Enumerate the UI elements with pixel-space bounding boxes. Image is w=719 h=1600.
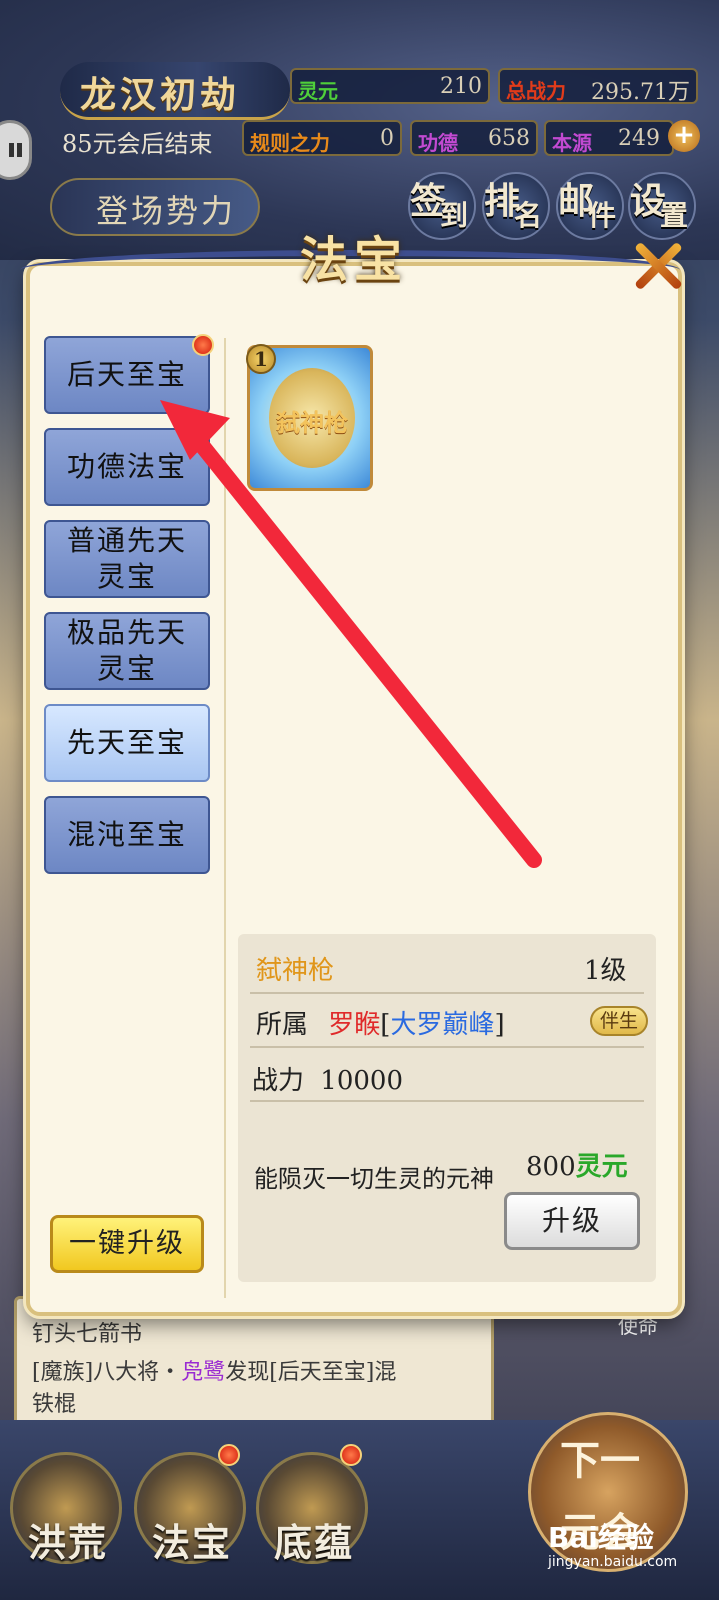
log-text: 发现[后天至宝]混 [225, 1360, 397, 1385]
checkin-button[interactable]: 签 到 [408, 172, 476, 240]
owner-name: 罗睺 [328, 1010, 381, 1040]
detail-power-row: 战力 10000 [252, 1060, 403, 1097]
nav-label: 底蕴 [274, 1520, 355, 1565]
upgrade-cost: 800灵元 [526, 1146, 628, 1183]
detail-name: 弑神枪 [256, 956, 335, 986]
treasure-card-name: 弑神枪 [276, 408, 348, 437]
power-label: 战力 [252, 1066, 305, 1096]
stat-label: 总战力 [506, 79, 566, 103]
owner-bracket: [ [380, 1010, 391, 1040]
owner-label: 所属 [256, 1010, 309, 1040]
next-era-label: 下一 [560, 1437, 640, 1484]
stat-lingyuan: 灵元 210 [290, 68, 490, 104]
stat-label: 功德 [418, 131, 458, 155]
divider [250, 1100, 644, 1102]
divider [224, 338, 226, 1298]
stat-rule-power: 规则之力 0 [242, 120, 402, 156]
owner-bracket: ] [494, 1010, 505, 1040]
era-title: 龙汉初劫 [80, 74, 241, 116]
notification-dot-icon [192, 334, 214, 356]
faction-button-label: 登场势力 [96, 192, 237, 230]
stat-label: 灵元 [298, 79, 338, 103]
stat-value: 249 [618, 126, 660, 151]
category-hundun-zhibao[interactable]: 混沌至宝 [44, 796, 210, 874]
stat-merit: 功德 658 [410, 120, 538, 156]
stat-value: 210 [440, 74, 482, 99]
log-line: 钉头七箭书 [32, 1322, 143, 1347]
detail-owner-row: 所属 罗睺[大罗巅峰] [256, 1004, 505, 1041]
category-putong-xiantian-lingbao[interactable]: 普通先天灵宝 [44, 520, 210, 598]
divider [250, 1046, 644, 1048]
companion-badge: 伴生 [590, 1006, 648, 1036]
close-icon[interactable] [630, 238, 686, 294]
stat-value: 658 [488, 126, 530, 151]
divider [250, 992, 644, 994]
cost-unit: 灵元 [575, 1152, 628, 1182]
nav-label: 法宝 [152, 1520, 233, 1565]
action-label: 件 [588, 199, 617, 232]
log-line: 铁棍 [32, 1392, 77, 1417]
action-label: 置 [660, 199, 689, 232]
era-countdown: 85元会后结束 [62, 130, 213, 158]
notification-dot-icon [218, 1444, 240, 1466]
category-gongde-fabao[interactable]: 功德法宝 [44, 428, 210, 506]
log-text: [魔族]八大将・ [32, 1360, 182, 1385]
stat-label: 本源 [552, 131, 592, 155]
detail-level: 1级 [584, 956, 627, 986]
watermark: Bai经验 jingyan.baidu.com [548, 1516, 677, 1570]
stat-origin: 本源 249 [544, 120, 674, 156]
settings-button[interactable]: 设 置 [628, 172, 696, 240]
stat-total-power: 总战力 295.71万 [498, 68, 698, 105]
category-xiantian-zhibao[interactable]: 先天至宝 [44, 704, 210, 782]
pause-icon[interactable] [0, 120, 32, 180]
stat-value: 0 [380, 126, 394, 151]
action-label: 名 [514, 199, 543, 232]
stat-value: 295.71万 [591, 80, 690, 105]
watermark-url: jingyan.baidu.com [548, 1554, 678, 1570]
owner-faction: 大罗巅峰 [390, 1010, 495, 1040]
watermark-logo: Bai经验 [548, 1521, 654, 1554]
log-name: 凫鹭 [181, 1360, 226, 1385]
cost-amount: 800 [526, 1152, 576, 1182]
detail-description: 能陨灭一切生灵的元神 [254, 1165, 494, 1193]
power-value: 10000 [320, 1066, 403, 1096]
modal-title: 法宝 [300, 232, 409, 288]
one-key-upgrade-button[interactable]: 一键升级 [50, 1215, 204, 1273]
notification-dot-icon [340, 1444, 362, 1466]
ranking-button[interactable]: 排 名 [482, 172, 550, 240]
mail-button[interactable]: 邮 件 [556, 172, 624, 240]
category-jipin-xiantian-lingbao[interactable]: 极品先天灵宝 [44, 612, 210, 690]
log-line: [魔族]八大将・凫鹭发现[后天至宝]混 [32, 1354, 396, 1386]
upgrade-button[interactable]: 升级 [504, 1192, 640, 1250]
category-houtian-zhibao[interactable]: 后天至宝 [44, 336, 210, 414]
nav-label: 洪荒 [28, 1520, 109, 1565]
treasure-level-badge: 1 [246, 344, 276, 374]
action-label: 到 [440, 199, 469, 232]
stat-label: 规则之力 [250, 131, 330, 155]
add-resource-button[interactable]: + [668, 120, 700, 152]
